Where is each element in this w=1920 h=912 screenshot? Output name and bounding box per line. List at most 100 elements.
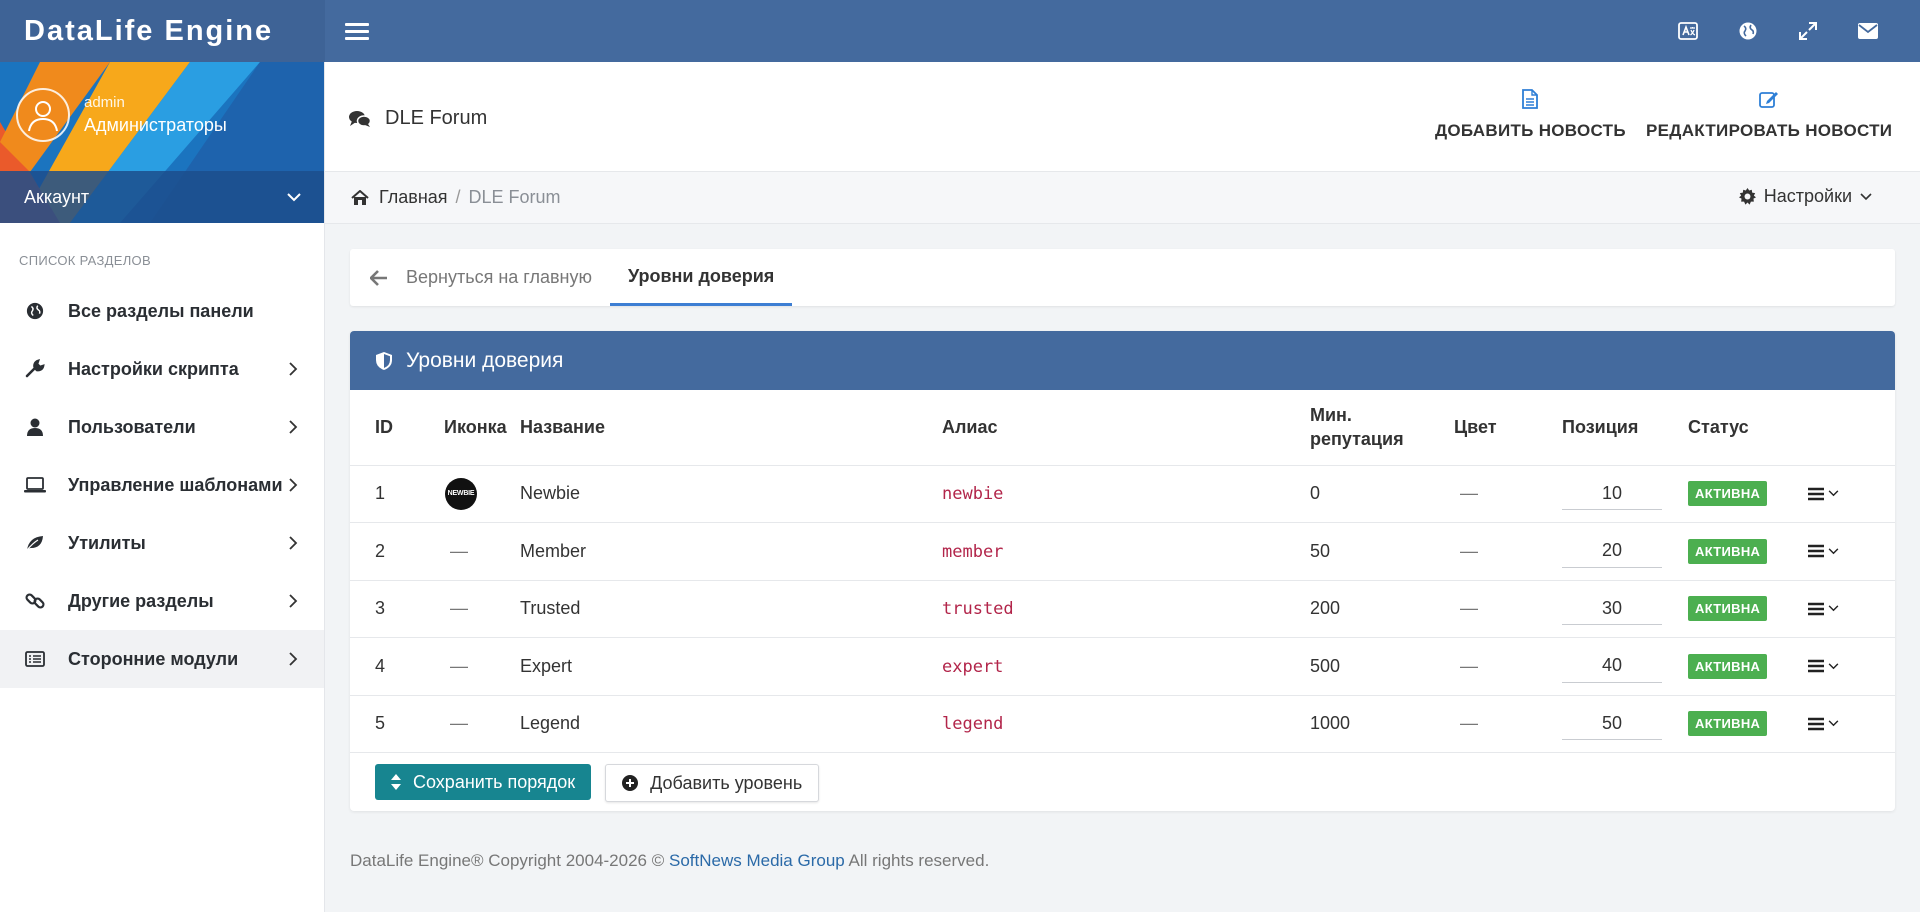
tab-trust-levels[interactable]: Уровни доверия: [609, 249, 793, 306]
globe-icon: [24, 300, 46, 322]
cell-status: АКТИВНА: [1688, 637, 1808, 696]
gear-icon: [1738, 188, 1756, 205]
color-empty: —: [1460, 483, 1478, 504]
page-footer: DataLife Engine® Copyright 2004-2026 © S…: [350, 851, 989, 871]
chevron-down-icon: [287, 193, 301, 202]
avatar[interactable]: [16, 88, 70, 142]
globe-icon[interactable]: [1736, 19, 1760, 43]
icon-empty: —: [450, 713, 468, 734]
cell-actions: [1808, 522, 1895, 581]
chevron-down-icon: [1828, 490, 1839, 497]
cell-min-reputation: 50: [1310, 522, 1454, 581]
add-news-button[interactable]: ДОБАВИТЬ НОВОСТЬ: [1435, 89, 1626, 141]
cell-position: [1562, 465, 1688, 523]
mail-icon[interactable]: [1856, 19, 1880, 43]
save-order-label: Сохранить порядок: [413, 771, 576, 792]
column-header-name[interactable]: Название: [520, 390, 942, 466]
sidebar-item-templates[interactable]: Управление шаблонами: [0, 456, 324, 514]
edit-news-button[interactable]: РЕДАКТИРОВАТЬ НОВОСТИ: [1646, 89, 1892, 141]
cell-id: 3: [350, 580, 444, 638]
sidebar-item-third-party-modules[interactable]: Сторонние модули: [0, 630, 324, 688]
sidebar-item-label: Все разделы панели: [68, 300, 254, 321]
position-input[interactable]: [1562, 477, 1662, 511]
cell-icon: —: [444, 695, 520, 753]
row-actions-menu[interactable]: [1808, 487, 1895, 501]
settings-dropdown[interactable]: Настройки: [1738, 186, 1872, 207]
plus-circle-icon: [622, 775, 639, 791]
chevron-right-icon: [289, 362, 298, 376]
fullscreen-icon[interactable]: [1796, 19, 1820, 43]
user-panel: admin Администраторы Аккаунт: [0, 62, 324, 223]
breadcrumb-separator: /: [455, 187, 461, 207]
cell-min-reputation: 0: [1310, 465, 1454, 523]
sidebar-item-utilities[interactable]: Утилиты: [0, 514, 324, 572]
edit-icon: [1759, 92, 1779, 108]
cell-name: Expert: [520, 637, 942, 696]
sidebar-item-all-sections[interactable]: Все разделы панели: [0, 282, 324, 340]
footer-company-link[interactable]: SoftNews Media Group: [669, 851, 845, 870]
top-bar: DataLife Engine: [0, 0, 1920, 62]
color-empty: —: [1460, 598, 1478, 619]
cell-status: АКТИВНА: [1688, 580, 1808, 638]
chevron-right-icon: [289, 594, 298, 608]
position-input[interactable]: [1562, 592, 1662, 626]
chevron-right-icon: [289, 536, 298, 550]
sidebar-item-other-sections[interactable]: Другие разделы: [0, 572, 324, 630]
cell-color: —: [1454, 465, 1562, 523]
alias-code: member: [942, 541, 1004, 562]
tab-back-home[interactable]: Вернуться на главную: [350, 249, 610, 306]
column-header-position[interactable]: Позиция: [1562, 390, 1688, 466]
cell-alias: legend: [942, 695, 1310, 753]
position-input[interactable]: [1562, 649, 1662, 683]
row-actions-menu[interactable]: [1808, 659, 1895, 673]
column-header-min-reputation-line2: репутация: [1310, 429, 1404, 450]
cell-alias: trusted: [942, 580, 1310, 638]
sidebar-item-label: Утилиты: [68, 532, 146, 553]
save-order-button[interactable]: Сохранить порядок: [375, 764, 592, 800]
chevron-down-icon: [1828, 663, 1839, 669]
sidebar-item-label: Настройки скрипта: [68, 358, 239, 379]
cell-status: АКТИВНА: [1688, 465, 1808, 523]
icon-empty: —: [450, 655, 468, 676]
alias-code: trusted: [942, 599, 1014, 620]
status-badge: АКТИВНА: [1688, 481, 1768, 507]
settings-label: Настройки: [1763, 186, 1852, 206]
sidebar-item-users[interactable]: Пользователи: [0, 398, 324, 456]
bars-icon: [1808, 487, 1824, 500]
brand-logo[interactable]: DataLife Engine: [0, 0, 325, 62]
alias-code: expert: [942, 656, 1004, 677]
position-input[interactable]: [1562, 707, 1662, 741]
bars-icon: [1808, 602, 1824, 615]
position-input[interactable]: [1562, 534, 1662, 568]
column-header-id[interactable]: ID: [350, 390, 444, 466]
bars-icon: [1808, 660, 1824, 673]
cell-min-reputation: 200: [1310, 580, 1454, 638]
sort-icon: [391, 774, 401, 790]
status-badge: АКТИВНА: [1688, 711, 1768, 737]
cell-position: [1562, 637, 1688, 696]
breadcrumb-home[interactable]: Главная: [351, 187, 448, 208]
breadcrumb-home-label: Главная: [379, 187, 448, 207]
column-header-min-reputation[interactable]: Мин. репутация: [1310, 390, 1454, 466]
arrow-left-icon: [370, 269, 387, 286]
row-actions-menu[interactable]: [1808, 602, 1895, 616]
menu-toggle-icon[interactable]: [345, 22, 369, 40]
sidebar-item-script-settings[interactable]: Настройки скрипта: [0, 340, 324, 398]
language-icon[interactable]: [1676, 19, 1700, 43]
user-group: Администраторы: [84, 115, 227, 135]
breadcrumb-current: DLE Forum: [468, 187, 561, 207]
cell-min-reputation: 1000: [1310, 695, 1454, 753]
column-header-status[interactable]: Статус: [1688, 390, 1808, 466]
color-empty: —: [1460, 713, 1478, 734]
cell-icon: —: [444, 580, 520, 638]
sidebar: admin Администраторы Аккаунт СПИСОК РАЗД…: [0, 62, 325, 912]
cell-color: —: [1454, 637, 1562, 696]
row-actions-menu[interactable]: [1808, 544, 1895, 558]
column-header-alias[interactable]: Алиас: [942, 390, 1310, 466]
add-level-button[interactable]: Добавить уровень: [605, 764, 820, 802]
cell-name: Legend: [520, 695, 942, 753]
account-dropdown[interactable]: Аккаунт: [0, 171, 324, 223]
row-actions-menu[interactable]: [1808, 717, 1895, 731]
table-row: 1 NEWBIE Newbie newbie 0 — АКТИВНА: [350, 465, 1895, 523]
chevron-right-icon: [289, 478, 298, 492]
